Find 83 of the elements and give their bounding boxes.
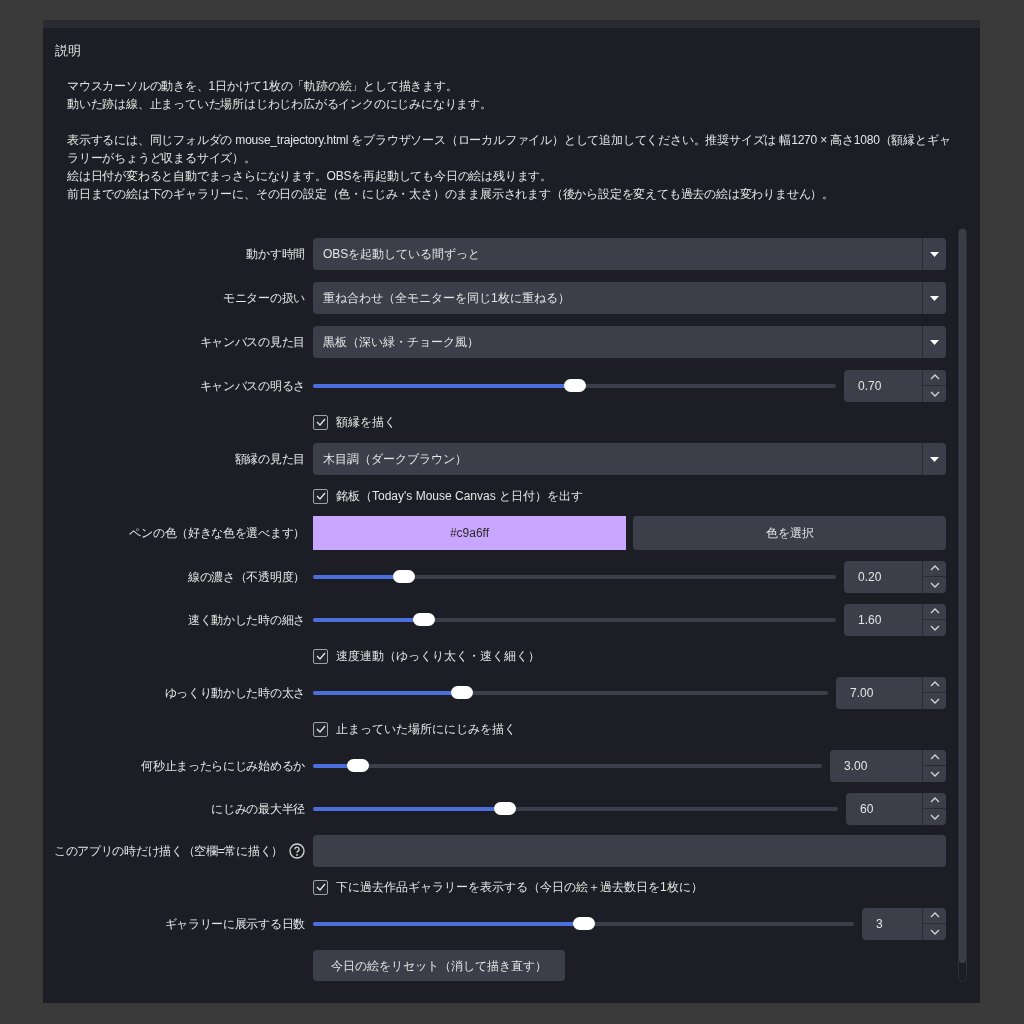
dropdown[interactable]: 重ね合わせ（全モニターを同じ1枚に重ねる） <box>313 282 946 314</box>
help-icon[interactable] <box>289 843 305 859</box>
checkbox[interactable] <box>313 648 328 664</box>
setting-label: 額縁の見た目 <box>234 451 305 468</box>
slider-thumb[interactable] <box>572 917 595 930</box>
chevron-up-icon <box>929 912 940 919</box>
checkmark-icon <box>315 652 326 660</box>
chevron-up-icon <box>929 608 940 615</box>
checkbox[interactable] <box>313 414 328 430</box>
chevron-down-icon <box>929 770 940 777</box>
description-text: 表示するには、同じフォルダの mouse_trajectory.html をブラウザソース（ローカルファイル）として追加してください。推奨サイズは 幅1270 × 高さ1080（額縁とギャラリーがちょうど収まるサイズ）。 <box>67 132 952 167</box>
dropdown[interactable]: OBSを起動している間ずっと <box>313 238 946 270</box>
description-text: 絵は日付が変わると自動でまっさらになります。OBSを再起動しても今日の絵は残ります。 <box>67 168 553 185</box>
spin-box[interactable]: 0.20 <box>844 560 946 593</box>
caret-down-icon <box>930 456 939 462</box>
checkbox[interactable] <box>313 488 328 504</box>
chevron-down-icon <box>929 697 940 704</box>
section-title: 説明 <box>55 44 81 58</box>
slider-thumb[interactable] <box>413 613 436 626</box>
setting-label: このアプリの時だけ描く（空欄=常に描く） <box>54 843 283 860</box>
chevron-down-icon <box>929 390 940 397</box>
chevron-up-icon <box>929 797 940 804</box>
slider-thumb[interactable] <box>494 802 517 815</box>
chevron-up-icon <box>929 565 940 572</box>
checkmark-icon <box>315 883 326 891</box>
reset-button[interactable]: 今日の絵をリセット（消して描き直す） <box>313 950 565 981</box>
text-field[interactable] <box>313 835 946 867</box>
chevron-down-icon <box>929 813 940 820</box>
description-text: マウスカーソルの動きを、1日かけて1枚の「軌跡の絵」として描きます。 <box>67 78 459 95</box>
spin-box[interactable]: 60 <box>846 792 946 825</box>
checkbox-label[interactable]: 速度連動（ゆっくり太く・速く細く） <box>336 647 540 665</box>
chevron-down-icon <box>929 928 940 935</box>
setting-label: モニターの扱い <box>223 290 305 307</box>
setting-label: キャンバスの見た目 <box>199 334 305 351</box>
scrollbar-thumb[interactable] <box>959 229 966 963</box>
setting-label: 何秒止まったらにじみ始めるか <box>141 757 305 775</box>
dropdown[interactable]: 黒板（深い緑・チョーク風） <box>313 326 946 358</box>
caret-down-icon <box>930 295 939 301</box>
dropdown[interactable]: 木目調（ダークブラウン） <box>313 443 946 475</box>
slider-track[interactable] <box>313 613 836 626</box>
slider-track[interactable] <box>313 759 822 772</box>
chevron-down-icon <box>929 581 940 588</box>
slider-thumb[interactable] <box>563 379 586 392</box>
slider-track[interactable] <box>313 570 836 583</box>
slider-thumb[interactable] <box>451 686 474 699</box>
checkmark-icon <box>315 418 326 426</box>
spin-box[interactable]: 1.60 <box>844 603 946 636</box>
spin-box[interactable]: 0.70 <box>844 369 946 402</box>
description-text: 動いた跡は線、止まっていた場所はじわじわ広がるインクのにじみになります。 <box>67 96 493 113</box>
color-swatch: #c9a6ff <box>313 516 626 550</box>
spin-box[interactable]: 7.00 <box>836 676 946 709</box>
setting-label: ゆっくり動かした時の太さ <box>164 684 305 702</box>
chevron-up-icon <box>929 681 940 688</box>
slider-track[interactable] <box>313 917 854 930</box>
choose-color-button[interactable]: 色を選択 <box>633 516 946 550</box>
caret-down-icon <box>930 339 939 345</box>
slider-thumb[interactable] <box>393 570 416 583</box>
chevron-down-icon <box>929 624 940 631</box>
checkbox-label[interactable]: 銘板（Today's Mouse Canvas と日付）を出す <box>336 487 584 505</box>
setting-label: キャンバスの明るさ <box>199 377 305 395</box>
setting-label: ペンの色（好きな色を選べます） <box>129 525 305 542</box>
slider-track[interactable] <box>313 379 836 392</box>
checkbox[interactable] <box>313 879 328 895</box>
setting-label: 動かす時間 <box>246 246 305 263</box>
checkbox[interactable] <box>313 721 328 737</box>
description-text: 前日までの絵は下のギャラリーに、その日の設定（色・にじみ・太さ）のまま展示されます（後から設定を変えても過去の絵は変わりません）。 <box>67 186 835 203</box>
checkmark-icon <box>315 725 326 733</box>
slider-track[interactable] <box>313 802 838 815</box>
slider-thumb[interactable] <box>347 759 370 772</box>
chevron-up-icon <box>929 374 940 381</box>
spin-box[interactable]: 3.00 <box>830 749 946 782</box>
checkmark-icon <box>315 492 326 500</box>
spin-box[interactable]: 3 <box>862 907 946 940</box>
caret-down-icon <box>930 251 939 257</box>
checkbox-label[interactable]: 下に過去作品ギャラリーを表示する（今日の絵＋過去数日を1枚に） <box>336 878 703 896</box>
chevron-up-icon <box>929 754 940 761</box>
setting-label: 線の濃さ（不透明度） <box>188 568 305 586</box>
checkbox-label[interactable]: 止まっていた場所ににじみを描く <box>336 720 516 738</box>
slider-track[interactable] <box>313 686 828 699</box>
checkbox-label[interactable]: 額縁を描く <box>336 413 396 431</box>
setting-label: にじみの最大半径 <box>211 800 305 818</box>
setting-label: 速く動かした時の細さ <box>188 611 305 629</box>
setting-label: ギャラリーに展示する日数 <box>164 915 305 933</box>
